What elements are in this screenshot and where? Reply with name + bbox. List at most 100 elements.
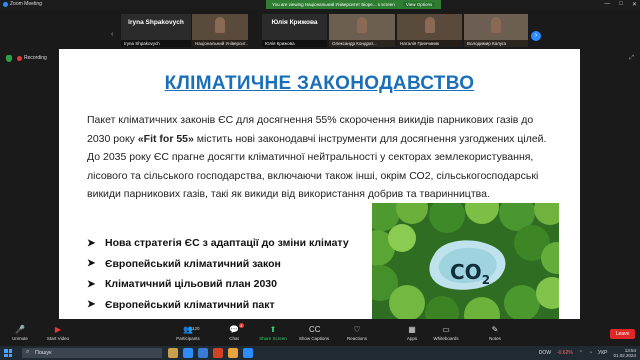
chat-badge: 4	[238, 323, 244, 328]
start-video-label: Start Video	[46, 336, 70, 341]
arrow-bullet-icon: ➤	[87, 299, 96, 311]
minimize-button[interactable]: —	[604, 1, 610, 8]
file-explorer-icon[interactable]	[168, 348, 178, 358]
show-captions-button[interactable]: CC Show Captions	[294, 322, 334, 346]
view-options-button[interactable]: View Options	[402, 2, 436, 7]
reactions-label: Reactions	[346, 336, 367, 341]
start-video-button[interactable]: ▶ Start Video	[38, 322, 78, 346]
unmute-button[interactable]: 🎤 Unmute	[0, 322, 40, 346]
chat-icon: 💬	[229, 325, 239, 334]
notes-label: Notes	[489, 336, 501, 341]
bullet-text: Нова стратегія ЄС з адаптації до зміни к…	[105, 237, 349, 250]
language-indicator[interactable]: УКР	[598, 350, 607, 356]
participants-count: 120	[192, 326, 200, 331]
captions-icon: CC	[309, 325, 321, 334]
chat-button[interactable]: 💬 4 Chat	[214, 322, 254, 346]
participants-button[interactable]: 👥 120 Participants	[168, 322, 208, 346]
window-controls: — □ ✕	[604, 1, 637, 8]
participant-tile[interactable]: Олександр Кондрат...	[329, 14, 395, 47]
notes-button[interactable]: ✎ Notes	[475, 322, 515, 346]
word-icon[interactable]	[198, 348, 208, 358]
windows-taskbar: ⌕ Пошук DOW -0.62% ⌃ ◔ УКР 13:54 01.02.2…	[0, 346, 640, 360]
ticker-name: DOW	[538, 350, 551, 356]
bullet-text: Європейський кліматичний пакт	[105, 298, 275, 311]
network-icon[interactable]: ◔	[589, 350, 592, 356]
bullet-item: ➤ Європейський кліматичний пакт	[87, 295, 349, 316]
participant-label: Юлія Крижова	[262, 40, 327, 47]
title-bar: Zoom Meeting You are viewing Національни…	[0, 0, 640, 9]
whiteboards-button[interactable]: ▭ Whiteboards	[426, 322, 466, 346]
taskbar-search-placeholder: Пошук	[35, 350, 52, 356]
taskbar-clock[interactable]: 13:54 01.02.2024	[613, 348, 636, 358]
participant-bigname: Юлія Крижова	[271, 19, 318, 26]
microphone-muted-icon: 🎤	[15, 325, 25, 334]
reactions-heart-icon: ♡	[353, 325, 361, 334]
participant-label: Олександр Кондрат...	[329, 40, 395, 47]
recording-label: Recording	[24, 55, 47, 61]
participant-label: Національний Університ...	[192, 40, 248, 47]
bullet-item: ➤ Кліматичний цільовий план 2030	[87, 274, 349, 295]
person-video-icon	[215, 17, 225, 33]
apps-grid-icon: ▦	[408, 325, 416, 334]
close-button[interactable]: ✕	[632, 1, 637, 8]
system-tray: DOW -0.62% ⌃ ◔ УКР 13:54 01.02.2024	[539, 348, 636, 358]
leave-button[interactable]: Leave	[610, 329, 635, 339]
viewing-banner: You are viewing Національний Університет…	[266, 0, 442, 9]
participant-label: Наталія Гринчиник	[397, 40, 462, 47]
clock-date: 01.02.2024	[613, 353, 636, 358]
bullet-text: Європейський кліматичний закон	[105, 257, 281, 270]
share-screen-button[interactable]: ⬆ Share Screen	[253, 322, 293, 346]
participant-label: Iryna Shpakovych	[121, 40, 191, 47]
edge-browser-icon[interactable]	[183, 348, 193, 358]
slide-body: Пакет кліматичних законів ЄС для досягне…	[87, 111, 553, 204]
show-captions-label: Show Captions	[298, 336, 330, 341]
chat-label: Chat	[229, 336, 239, 341]
meeting-toolbar: 🎤 Unmute ▶ Start Video 👥 120 Participant…	[0, 322, 640, 346]
video-strip: ‹ Iryna Shpakovych Iryna Shpakovych Наці…	[0, 9, 640, 52]
tray-arrow-icon[interactable]: ⌃	[579, 350, 583, 356]
fullscreen-icon[interactable]: ⤢	[629, 55, 634, 62]
unmute-label: Unmute	[12, 336, 28, 341]
strip-prev-icon[interactable]: ‹	[111, 31, 119, 41]
whiteboard-icon: ▭	[442, 325, 450, 334]
ticker-value: -0.62%	[556, 350, 573, 356]
slide-title: КЛІМАТИЧНЕ ЗАКОНОДАВСТВО	[164, 73, 475, 94]
maximize-button[interactable]: □	[619, 1, 623, 8]
arrow-bullet-icon: ➤	[87, 278, 96, 290]
security-shield-icon[interactable]	[6, 55, 12, 62]
participant-tile[interactable]: Національний Університ...	[192, 14, 248, 47]
person-video-icon	[491, 17, 501, 33]
participants-label: Participants	[176, 336, 200, 341]
person-video-icon	[424, 17, 435, 33]
slide-body-bold: «Fit for 55»	[137, 132, 194, 145]
forest-co2-image: CO2	[372, 203, 559, 319]
zoom-taskbar-icon[interactable]	[243, 348, 253, 358]
search-icon: ⌕	[26, 349, 30, 355]
bullet-text: Кліматичний цільовий план 2030	[105, 278, 277, 291]
taskbar-search-input[interactable]: ⌕ Пошук	[22, 348, 162, 358]
chrome-icon[interactable]	[228, 348, 238, 358]
recording-dot-icon	[17, 56, 22, 61]
person-video-icon	[357, 17, 367, 33]
video-off-icon: ▶	[54, 325, 62, 334]
powerpoint-icon[interactable]	[213, 348, 223, 358]
participant-label: Володимир Калуга	[464, 40, 528, 47]
share-screen-label: Share Screen	[259, 336, 287, 341]
slide-bullets: ➤ Нова стратегія ЄС з адаптації до зміни …	[87, 233, 349, 315]
participant-tile[interactable]: Iryna Shpakovych Iryna Shpakovych	[121, 14, 191, 47]
shared-slide: КЛІМАТИЧНЕ ЗАКОНОДАВСТВО Пакет кліматичн…	[59, 49, 580, 319]
co2-label: CO2	[450, 260, 491, 287]
taskbar-apps	[168, 348, 253, 358]
participant-tile[interactable]: Володимир Калуга	[464, 14, 528, 47]
zoom-logo-icon	[3, 2, 8, 7]
reactions-button[interactable]: ♡ Reactions	[337, 322, 377, 346]
strip-next-icon[interactable]: ›	[531, 31, 541, 41]
bullet-item: ➤ Європейський кліматичний закон	[87, 254, 349, 275]
arrow-bullet-icon: ➤	[87, 237, 96, 249]
arrow-bullet-icon: ➤	[87, 258, 96, 270]
participant-tile[interactable]: Наталія Гринчиник	[397, 14, 462, 47]
whiteboards-label: Whiteboards	[433, 336, 459, 341]
windows-start-icon[interactable]	[4, 349, 12, 357]
participant-bigname: Iryna Shpakovych	[128, 19, 184, 26]
participant-tile[interactable]: Юлія Крижова Юлія Крижова	[262, 14, 327, 47]
